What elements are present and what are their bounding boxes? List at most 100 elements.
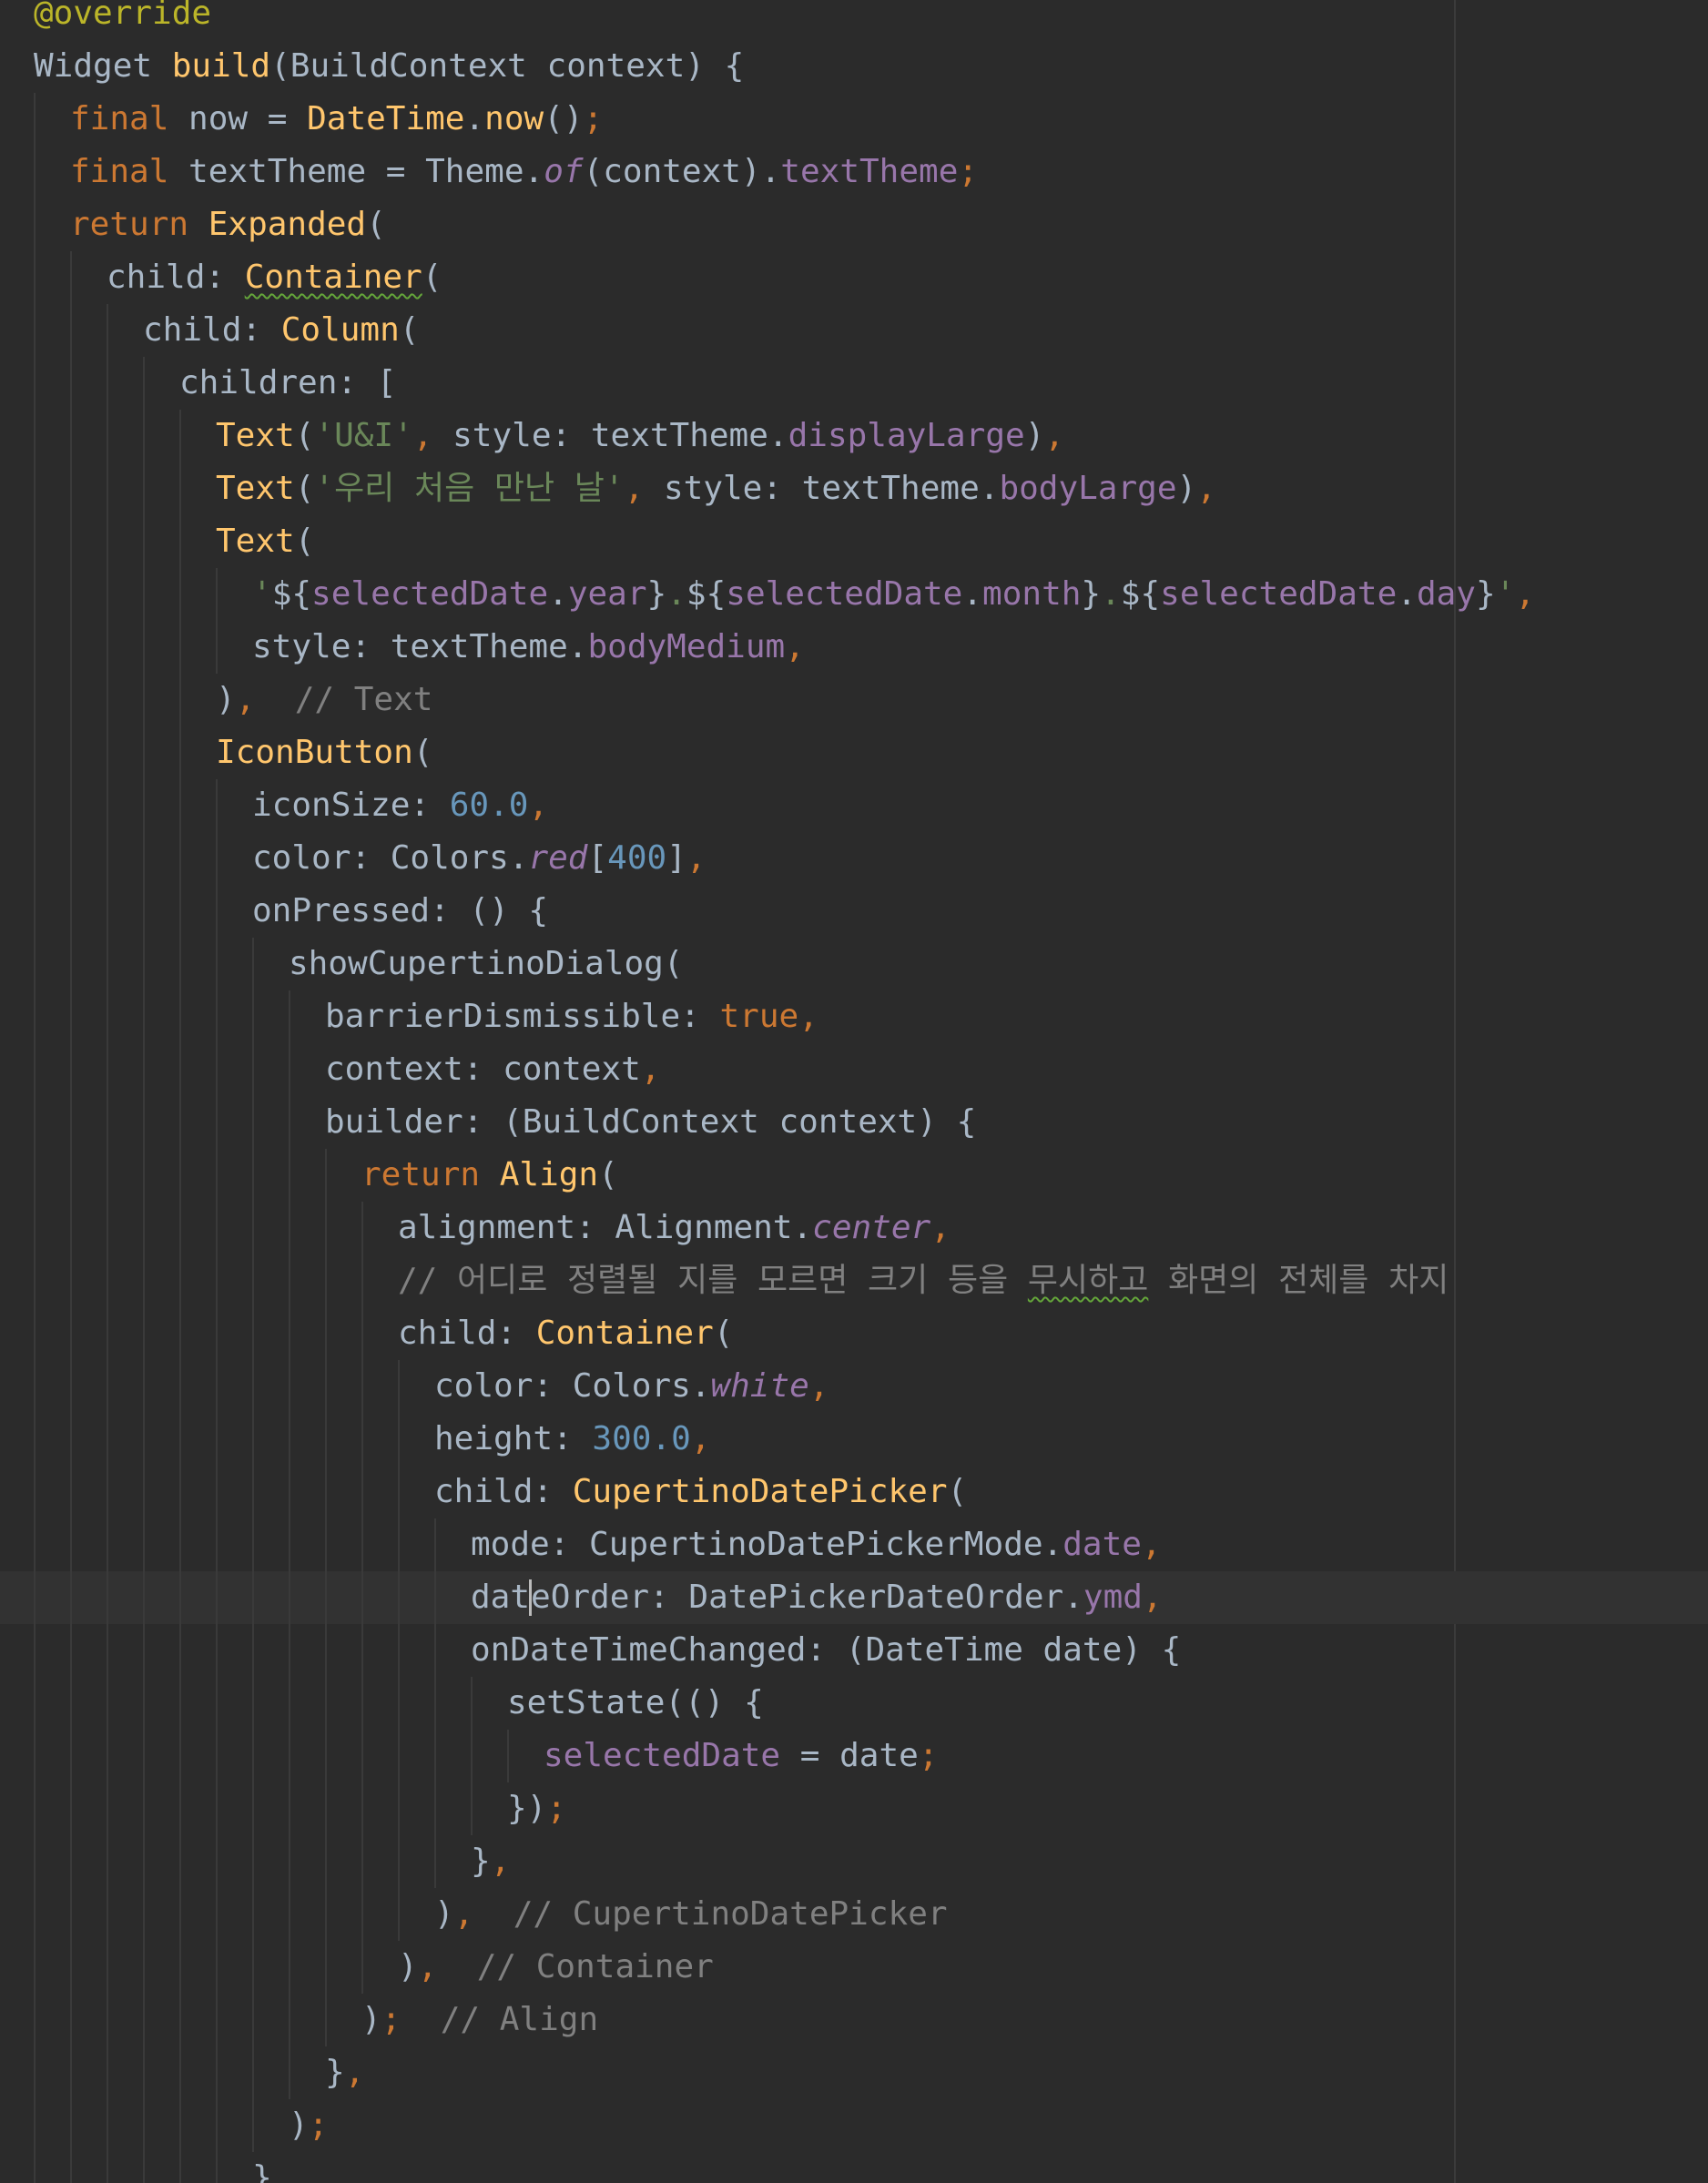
code-line[interactable]: mode: CupertinoDatePickerMode.date, bbox=[0, 1518, 1708, 1571]
code-line[interactable]: ); // Align bbox=[0, 1994, 1708, 2046]
code-token: ) bbox=[216, 681, 236, 718]
code-token: center bbox=[812, 1209, 931, 1246]
indent-guide bbox=[70, 1360, 72, 1413]
indent-guide bbox=[143, 1413, 145, 1466]
code-line[interactable]: Text('우리 처음 만난 날', style: textTheme.body… bbox=[0, 462, 1708, 515]
code-line[interactable]: height: 300.0, bbox=[0, 1413, 1708, 1466]
code-area[interactable]: @override Widget build(BuildContext conte… bbox=[0, 0, 1708, 2183]
code-line[interactable]: }); bbox=[0, 1782, 1708, 1835]
code-line[interactable]: ); bbox=[0, 2099, 1708, 2152]
indent-guide bbox=[325, 1254, 327, 1307]
code-line[interactable]: Text('U&I', style: textTheme.displayLarg… bbox=[0, 410, 1708, 462]
indent-guide bbox=[289, 1466, 290, 1518]
indent-guide bbox=[107, 1994, 108, 2046]
indent-guide bbox=[34, 410, 36, 462]
code-token: // CupertinoDatePicker bbox=[473, 1895, 948, 1933]
code-line[interactable]: children: [ bbox=[0, 357, 1708, 410]
indent-guide bbox=[179, 1043, 181, 1096]
indent-guide bbox=[252, 2046, 254, 2099]
code-line[interactable]: showCupertinoDialog( bbox=[0, 938, 1708, 990]
code-line[interactable]: color: Colors.white, bbox=[0, 1360, 1708, 1413]
indent-guide bbox=[289, 1571, 290, 1624]
code-line[interactable]: child: Column( bbox=[0, 304, 1708, 357]
code-line[interactable]: setState(() { bbox=[0, 1677, 1708, 1730]
indent-guide bbox=[34, 1730, 36, 1782]
code-line[interactable]: selectedDate = date; bbox=[0, 1730, 1708, 1782]
indent-guide bbox=[70, 1254, 72, 1307]
indent-guide bbox=[34, 357, 36, 410]
indent-guide bbox=[398, 1624, 400, 1677]
code-line[interactable]: Widget build(BuildContext context) { bbox=[0, 40, 1708, 93]
code-line[interactable]: ), // Text bbox=[0, 674, 1708, 726]
indent-guide bbox=[107, 1941, 108, 1994]
indent-guide bbox=[107, 1730, 108, 1782]
indent-guide bbox=[361, 1413, 363, 1466]
indent-guide bbox=[325, 1782, 327, 1835]
indent-guide bbox=[143, 621, 145, 674]
code-line[interactable]: style: textTheme.bodyMedium, bbox=[0, 621, 1708, 674]
current-code-line[interactable]: dateOrder: DatePickerDateOrder.ymd, bbox=[0, 1571, 1708, 1624]
code-line[interactable]: ), // Container bbox=[0, 1941, 1708, 1994]
indent-guide bbox=[107, 1466, 108, 1518]
code-line[interactable]: onDateTimeChanged: (DateTime date) { bbox=[0, 1624, 1708, 1677]
indent-guide bbox=[179, 1254, 181, 1307]
indent-guide bbox=[34, 1518, 36, 1571]
indent-guide bbox=[107, 462, 108, 515]
code-line[interactable]: color: Colors.red[400], bbox=[0, 832, 1708, 885]
code-line[interactable]: }, bbox=[0, 1835, 1708, 1888]
code-line[interactable]: final textTheme = Theme.of(context).text… bbox=[0, 146, 1708, 198]
code-line[interactable]: return Expanded( bbox=[0, 198, 1708, 251]
code-token: , bbox=[785, 628, 805, 665]
code-editor[interactable]: @override Widget build(BuildContext conte… bbox=[0, 0, 1708, 2183]
code-line[interactable]: return Align( bbox=[0, 1149, 1708, 1202]
code-line[interactable]: IconButton( bbox=[0, 726, 1708, 779]
code-line[interactable]: Text( bbox=[0, 515, 1708, 568]
code-line[interactable]: } bbox=[0, 2152, 1708, 2183]
indent-guide bbox=[143, 938, 145, 990]
indent-guide bbox=[143, 1941, 145, 1994]
indent-guide bbox=[143, 410, 145, 462]
code-token: 화면의 전체를 차지 bbox=[1148, 1262, 1449, 1299]
code-line[interactable]: iconSize: 60.0, bbox=[0, 779, 1708, 832]
code-line[interactable]: @override bbox=[0, 0, 1708, 40]
code-token: color: Colors. bbox=[434, 1367, 711, 1405]
indent-guide bbox=[434, 1571, 436, 1624]
code-token: , bbox=[1141, 1526, 1162, 1563]
code-token: Text bbox=[216, 470, 295, 507]
code-line[interactable]: '${selectedDate.year}.${selectedDate.mon… bbox=[0, 568, 1708, 621]
code-line[interactable]: }, bbox=[0, 2046, 1708, 2099]
indent-guide bbox=[70, 304, 72, 357]
indent-guide bbox=[107, 2046, 108, 2099]
indent-guide bbox=[143, 779, 145, 832]
code-token: ( bbox=[294, 417, 315, 454]
code-line[interactable]: context: context, bbox=[0, 1043, 1708, 1096]
indent-guide bbox=[398, 1782, 400, 1835]
code-line[interactable]: onPressed: () { bbox=[0, 885, 1708, 938]
indent-guide bbox=[179, 990, 181, 1043]
indent-guide bbox=[252, 1888, 254, 1941]
code-token: color: Colors. bbox=[252, 839, 529, 877]
code-line[interactable]: builder: (BuildContext context) { bbox=[0, 1096, 1708, 1149]
indent-guide bbox=[107, 1254, 108, 1307]
code-line[interactable]: // 어디로 정렬될 지를 모르면 크기 등을 무시하고 화면의 전체를 차지 bbox=[0, 1254, 1708, 1307]
code-token: onDateTimeChanged: (DateTime date) { bbox=[471, 1631, 1182, 1669]
code-token: , bbox=[1196, 470, 1216, 507]
indent-guide bbox=[143, 1254, 145, 1307]
code-line[interactable]: barrierDismissible: true, bbox=[0, 990, 1708, 1043]
code-token: return bbox=[70, 206, 208, 243]
indent-guide bbox=[179, 2046, 181, 2099]
code-line[interactable]: child: Container( bbox=[0, 1307, 1708, 1360]
code-token: of bbox=[544, 153, 584, 190]
indent-guide bbox=[361, 1571, 363, 1624]
code-line[interactable]: alignment: Alignment.center, bbox=[0, 1202, 1708, 1254]
indent-guide bbox=[216, 1518, 218, 1571]
code-line[interactable]: child: Container( bbox=[0, 251, 1708, 304]
indent-guide bbox=[34, 1677, 36, 1730]
code-line[interactable]: ), // CupertinoDatePicker bbox=[0, 1888, 1708, 1941]
code-line[interactable]: final now = DateTime.now(); bbox=[0, 93, 1708, 146]
code-line[interactable]: child: CupertinoDatePicker( bbox=[0, 1466, 1708, 1518]
code-token: Align bbox=[499, 1156, 599, 1193]
code-token: . bbox=[464, 100, 485, 137]
code-token: iconSize: bbox=[252, 787, 450, 824]
indent-guide bbox=[252, 1994, 254, 2046]
